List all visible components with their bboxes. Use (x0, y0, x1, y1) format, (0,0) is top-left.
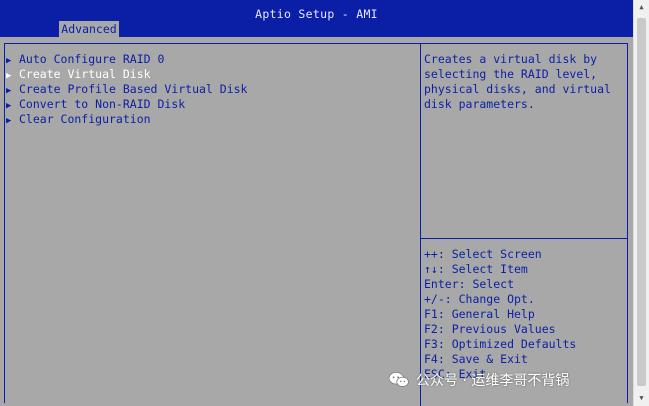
watermark-text: 公众号 · 运维李哥不背锅 (416, 373, 570, 389)
menu-item-auto-configure-raid0[interactable]: ▶ Auto Configure RAID 0 (6, 52, 247, 67)
key-change-opt: +/-: Change Opt. (424, 292, 535, 306)
key-select-item: ↑↓: Select Item (424, 262, 528, 276)
menu-item-create-profile-virtual-disk[interactable]: ▶ Create Profile Based Virtual Disk (6, 82, 247, 97)
menu-item-label: Auto Configure RAID 0 (19, 52, 165, 66)
scrollbar[interactable]: ▲ ▼ (633, 0, 649, 406)
help-divider (421, 238, 628, 239)
vertical-divider (420, 43, 421, 406)
key-save-exit: F4: Save & Exit (424, 352, 528, 366)
menu-item-label: Create Profile Based Virtual Disk (19, 82, 248, 96)
menu-item-label: Clear Configuration (19, 112, 151, 126)
menu-item-create-virtual-disk[interactable]: ▶ Create Virtual Disk (6, 67, 247, 82)
menu-item-label: Create Virtual Disk (19, 67, 151, 81)
tab-advanced[interactable]: Advanced (59, 21, 119, 38)
watermark: 公众号 · 运维李哥不背锅 (388, 368, 569, 392)
scroll-down-icon[interactable]: ▼ (634, 391, 649, 406)
menu-item-convert-non-raid[interactable]: ▶ Convert to Non-RAID Disk (6, 97, 247, 112)
help-text: Creates a virtual disk by selecting the … (424, 52, 611, 111)
key-previous-values: F2: Previous Values (424, 322, 556, 336)
key-general-help: F1: General Help (424, 307, 535, 321)
key-legend: ++: Select Screen ↑↓: Select Item Enter:… (424, 247, 576, 382)
key-optimized-defaults: F3: Optimized Defaults (424, 337, 577, 351)
triangle-right-icon: ▶ (6, 116, 12, 126)
menu-item-label: Convert to Non-RAID Disk (19, 97, 186, 111)
title-bar: Aptio Setup - AMI Advanced (0, 0, 633, 38)
scroll-up-icon[interactable]: ▲ (634, 0, 649, 15)
key-select-screen: ++: Select Screen (424, 247, 542, 261)
key-enter-select: Enter: Select (424, 277, 515, 291)
main-panel: ▶ Auto Configure RAID 0 ▶ Create Virtual D… (0, 37, 633, 406)
menu-item-clear-configuration[interactable]: ▶ Clear Configuration (6, 112, 247, 127)
scroll-thumb[interactable] (637, 18, 646, 386)
wechat-icon (388, 371, 409, 387)
app-title: Aptio Setup - AMI (255, 7, 378, 21)
menu-list: ▶ Auto Configure RAID 0 ▶ Create Virtual D… (6, 52, 247, 127)
